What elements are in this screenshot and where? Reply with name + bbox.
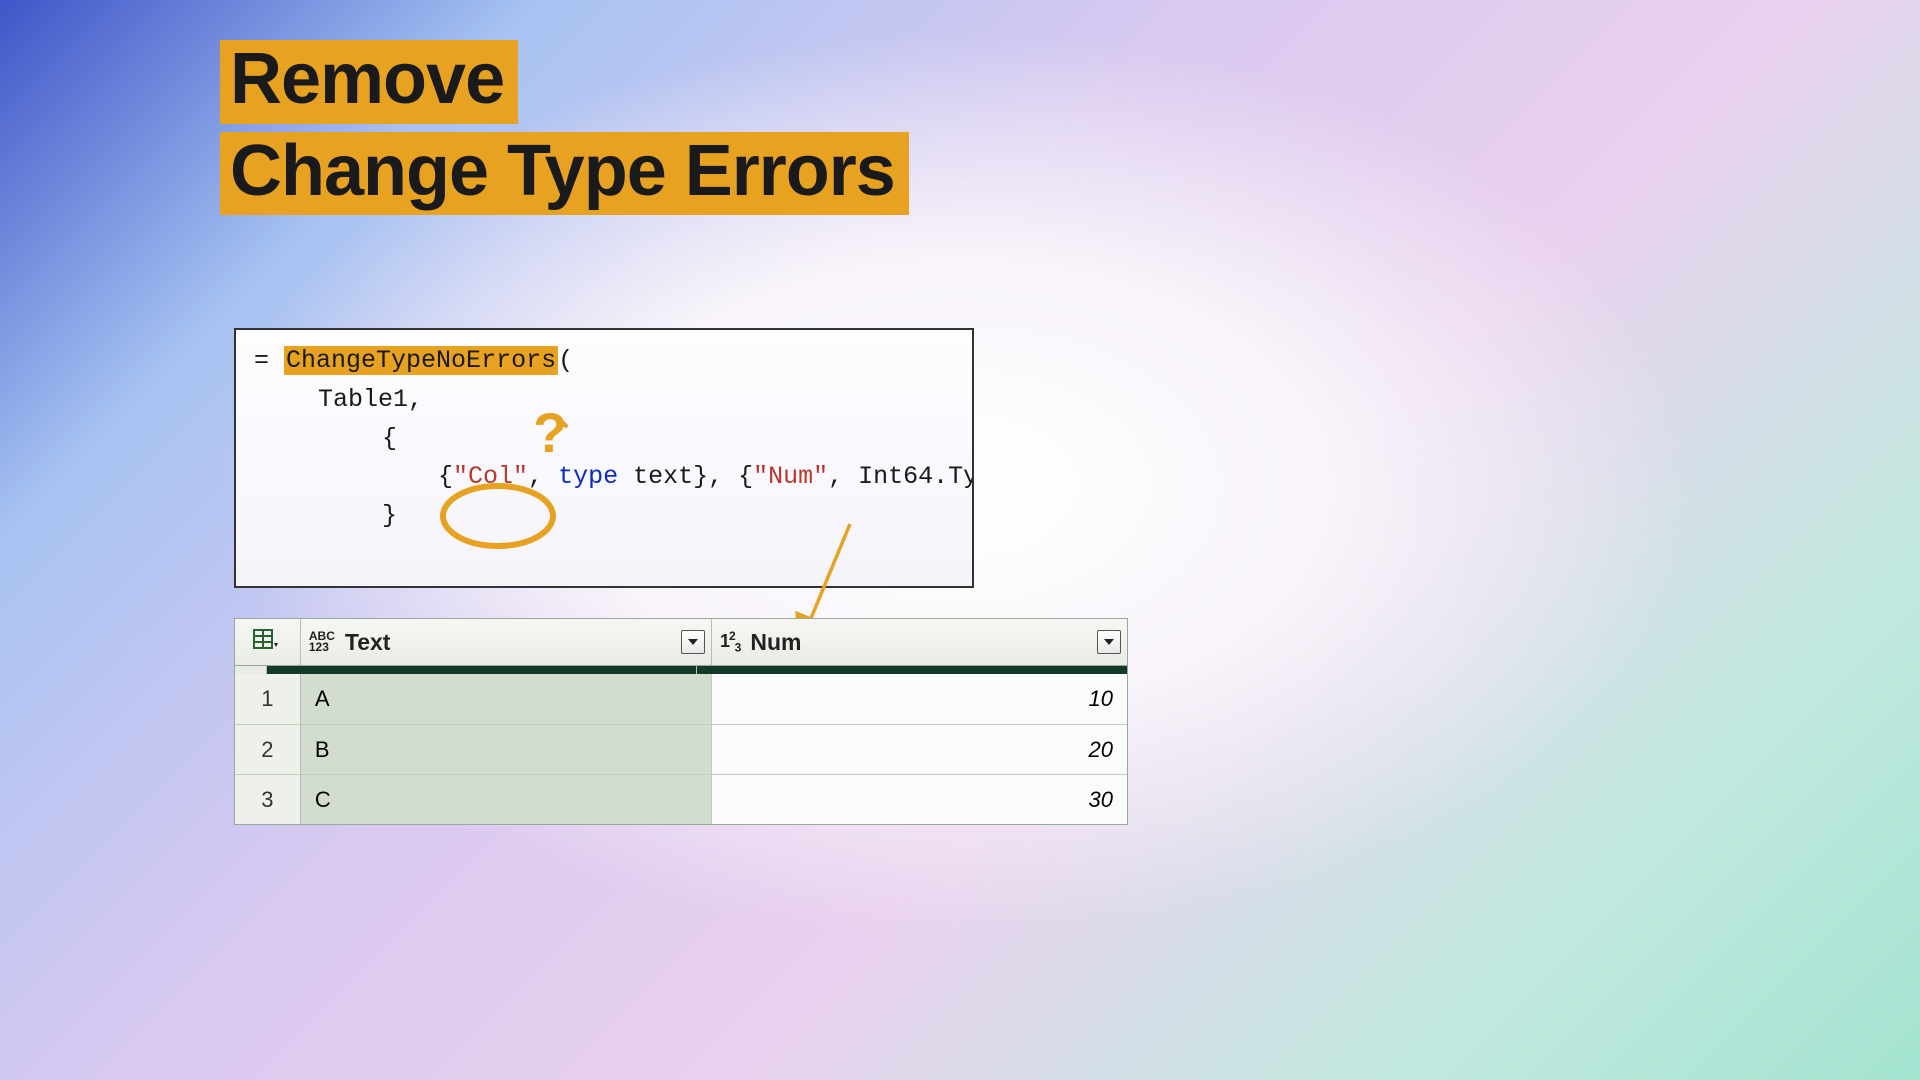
cell-num[interactable]: 10 <box>712 674 1127 724</box>
cell-text[interactable]: C <box>301 775 712 824</box>
table-row[interactable]: 3 C 30 <box>235 774 1127 824</box>
brace-open: { <box>254 420 954 459</box>
row-number[interactable]: 3 <box>235 775 301 824</box>
chevron-down-icon <box>687 636 699 648</box>
table-row[interactable]: 1 A 10 <box>235 674 1127 724</box>
function-name: ChangeTypeNoErrors <box>284 346 558 375</box>
title-block: Remove Change Type Errors <box>220 40 909 223</box>
table-row[interactable]: 2 B 20 <box>235 724 1127 774</box>
cell-text[interactable]: B <box>301 725 712 774</box>
formula-inner-pair: {"Col", type text}, {"Num", Int64.Type} <box>254 458 954 497</box>
cell-text[interactable]: A <box>301 674 712 724</box>
row-number[interactable]: 1 <box>235 674 301 724</box>
row-number[interactable]: 2 <box>235 725 301 774</box>
table-icon <box>253 629 281 655</box>
title-line-2: Change Type Errors <box>220 132 909 216</box>
column-name-text: Text <box>345 629 391 656</box>
cell-num[interactable]: 20 <box>712 725 1127 774</box>
type-any-icon: ABC 123 <box>309 631 335 653</box>
column-header-text[interactable]: ABC 123 Text <box>301 619 712 665</box>
keyword-type: type <box>558 462 618 491</box>
filter-dropdown-num[interactable] <box>1097 630 1121 654</box>
string-col: "Col" <box>453 462 528 491</box>
formula-bar: = ChangeTypeNoErrors( Table1, { {"Col", … <box>234 328 974 588</box>
table-corner-menu[interactable] <box>235 619 301 665</box>
type-int-icon: 123 <box>720 629 740 655</box>
table-body: 1 A 10 2 B 20 3 C 30 <box>235 674 1127 824</box>
title-line-1: Remove <box>220 40 518 124</box>
open-paren: ( <box>558 346 573 375</box>
equals-sign: = <box>254 346 269 375</box>
chevron-down-icon <box>1103 636 1115 648</box>
filter-dropdown-text[interactable] <box>681 630 705 654</box>
data-table: ABC 123 Text 123 Num 1 A 10 <box>234 618 1128 825</box>
column-name-num: Num <box>750 629 801 656</box>
table-header: ABC 123 Text 123 Num <box>235 619 1127 666</box>
column-header-num[interactable]: 123 Num <box>712 619 1127 665</box>
string-num: "Num" <box>753 462 828 491</box>
formula-arg-table: Table1, <box>254 381 954 420</box>
header-underline <box>235 666 1127 674</box>
brace-close: } <box>254 497 954 536</box>
formula-line-1: = ChangeTypeNoErrors( <box>254 342 954 381</box>
cell-num[interactable]: 30 <box>712 775 1127 824</box>
